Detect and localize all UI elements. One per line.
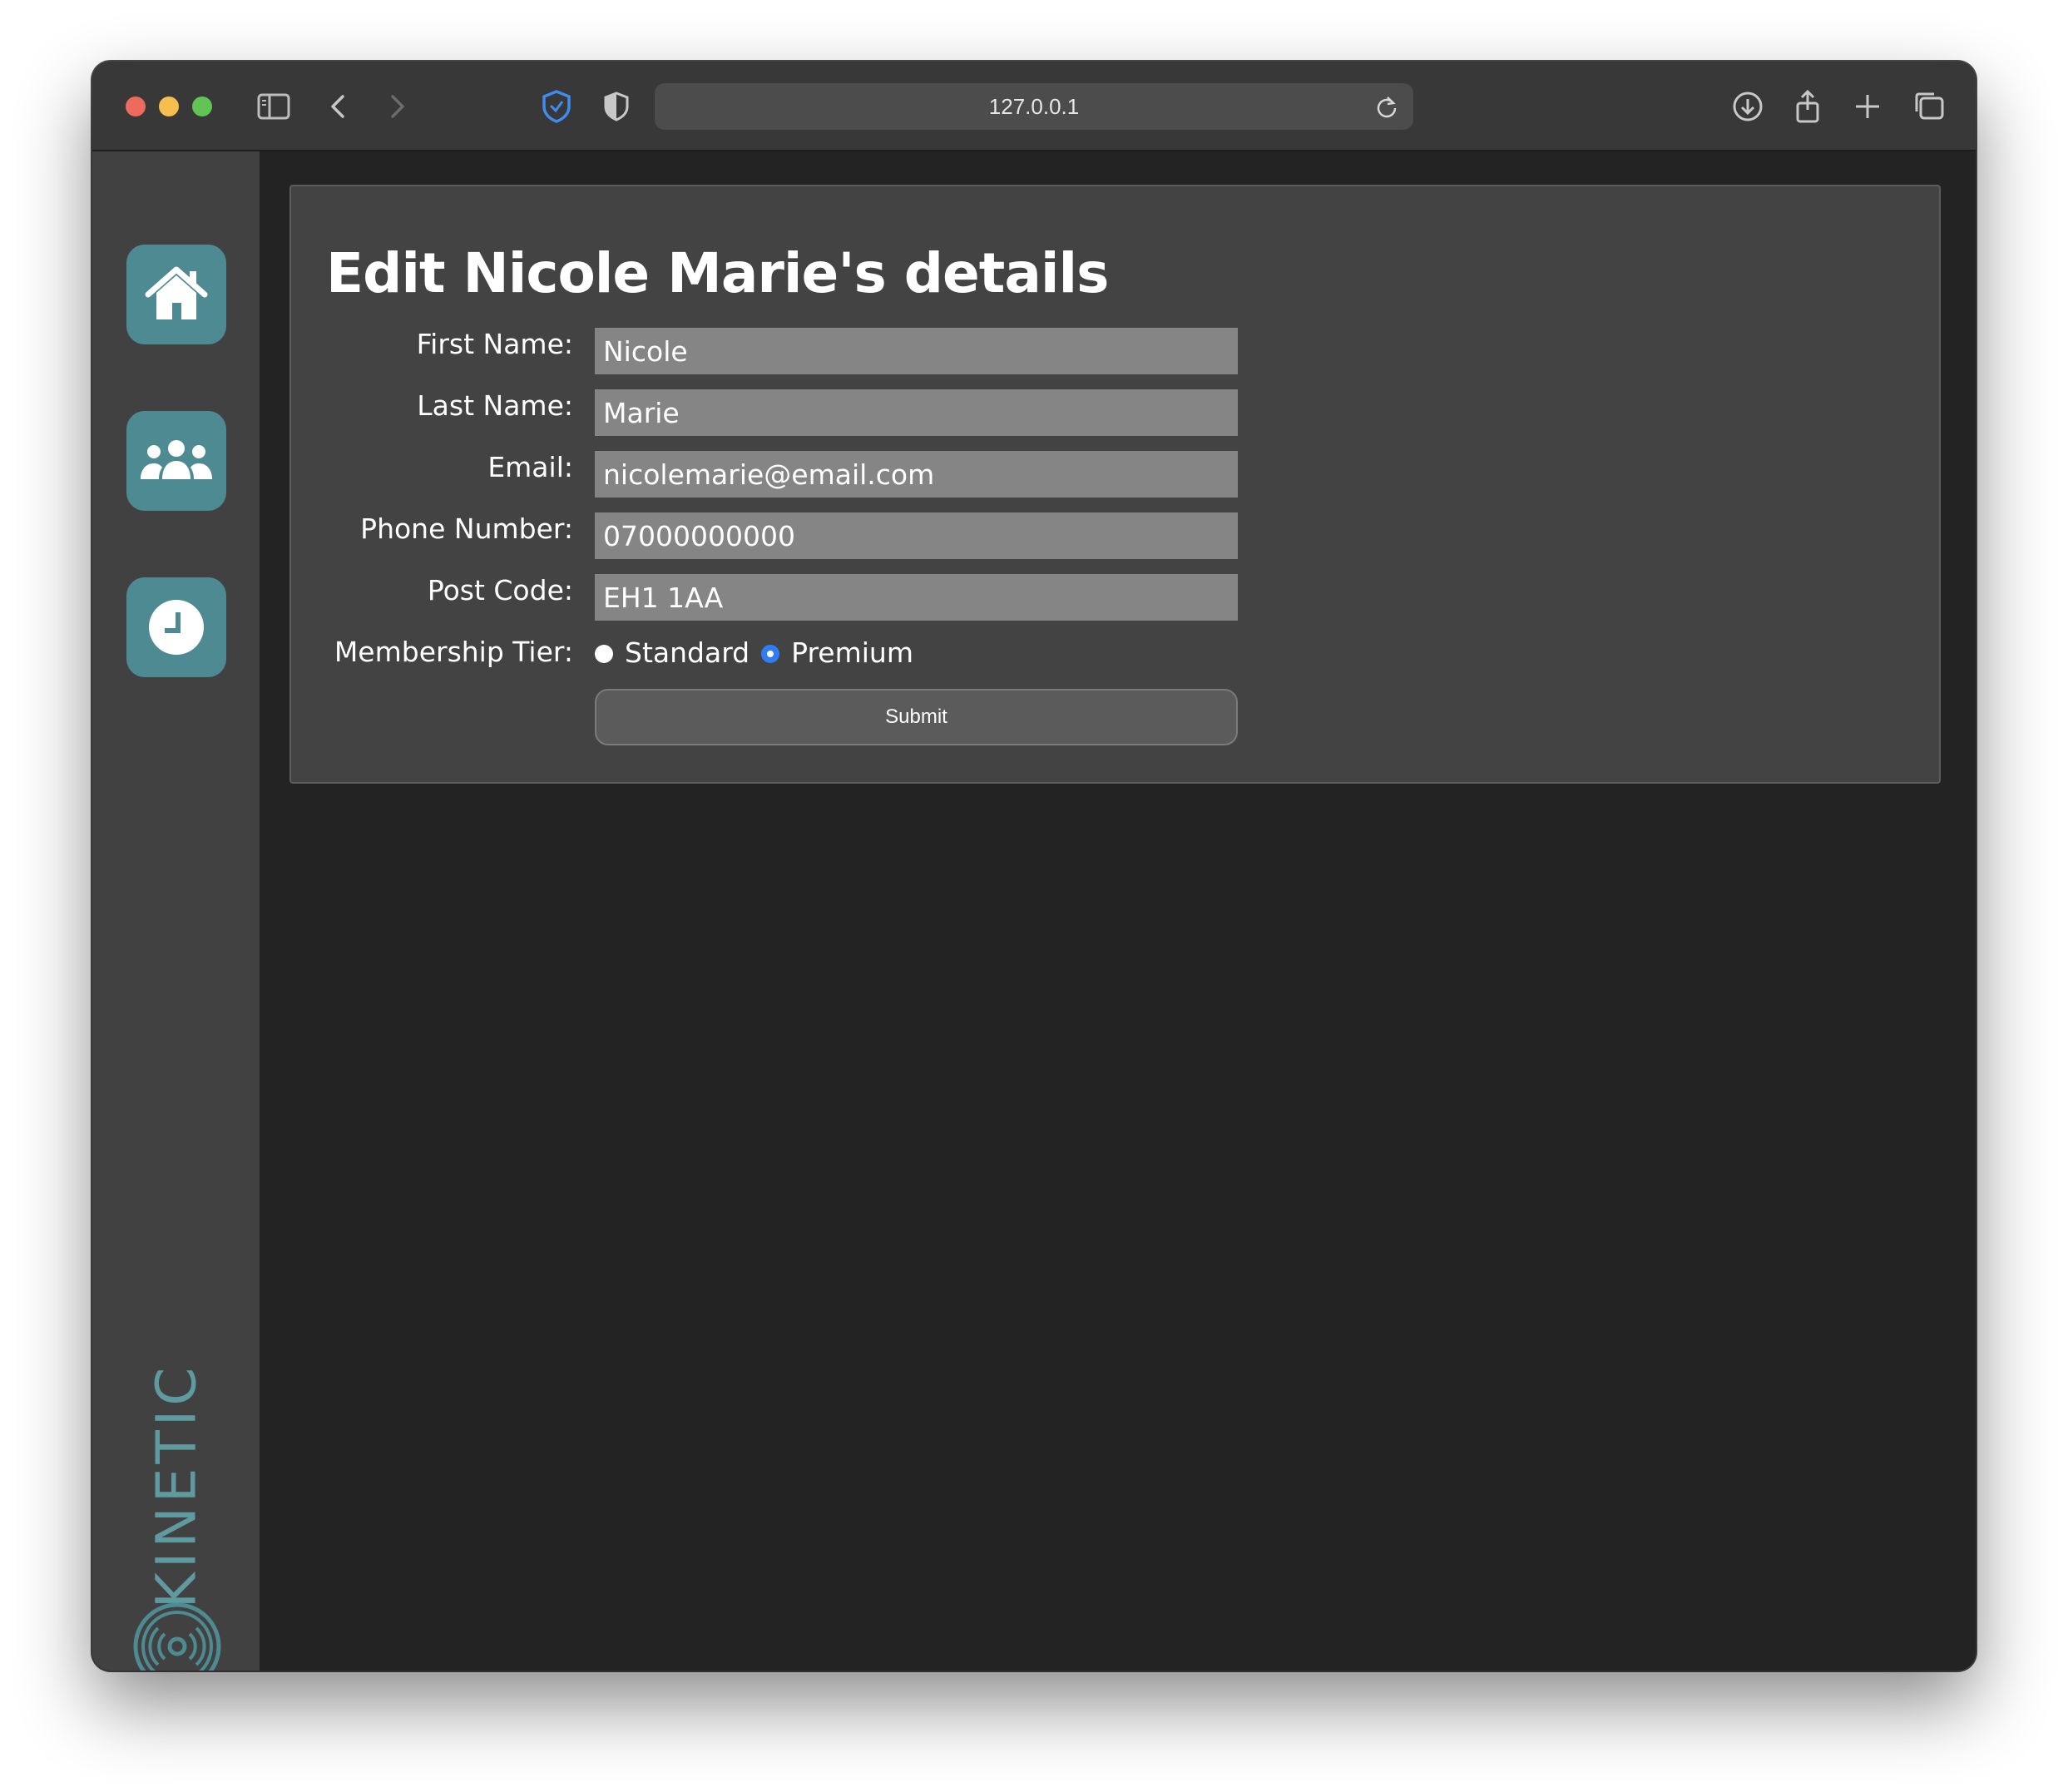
minimize-window-button[interactable] bbox=[159, 97, 179, 116]
phone-row: Phone Number: bbox=[291, 512, 1939, 559]
brand-wordmark: KINETIC bbox=[144, 1363, 209, 1609]
tier-premium-radio[interactable] bbox=[761, 645, 780, 663]
share-icon[interactable] bbox=[1788, 87, 1828, 126]
nav-home-button[interactable] bbox=[126, 245, 226, 344]
last-name-label: Last Name: bbox=[417, 389, 573, 422]
home-icon bbox=[145, 266, 208, 319]
users-icon bbox=[141, 440, 212, 479]
first-name-label: First Name: bbox=[416, 328, 573, 360]
last-name-input[interactable] bbox=[595, 389, 1238, 436]
first-name-input[interactable] bbox=[595, 328, 1238, 374]
email-input[interactable] bbox=[595, 451, 1238, 498]
url-text: 127.0.0.1 bbox=[988, 94, 1080, 119]
postcode-input[interactable] bbox=[595, 574, 1238, 621]
browser-toolbar: 127.0.0.1 bbox=[92, 62, 1976, 151]
email-label: Email: bbox=[487, 451, 573, 483]
sidebar-toggle-icon[interactable] bbox=[254, 87, 294, 126]
downloads-icon[interactable] bbox=[1728, 87, 1768, 126]
postcode-row: Post Code: bbox=[291, 574, 1939, 621]
tab-overview-icon[interactable] bbox=[1909, 87, 1949, 126]
nav-history-button[interactable] bbox=[126, 577, 226, 677]
sidebar: KINETIC bbox=[92, 151, 260, 1671]
page-title: Edit Nicole Marie's details bbox=[326, 241, 1109, 305]
address-bar[interactable]: 127.0.0.1 bbox=[655, 83, 1413, 130]
tier-premium-label[interactable]: Premium bbox=[791, 636, 913, 669]
kinetic-logo-icon bbox=[133, 1602, 221, 1671]
reload-icon[interactable] bbox=[1373, 93, 1400, 120]
edit-member-panel: Edit Nicole Marie's details First Name: … bbox=[289, 185, 1941, 784]
membership-tier-row: Membership Tier: Standard Premium bbox=[291, 636, 1939, 682]
close-window-button[interactable] bbox=[126, 97, 146, 116]
forward-icon[interactable] bbox=[377, 87, 417, 126]
first-name-row: First Name: bbox=[291, 328, 1939, 374]
privacy-shield-icon[interactable] bbox=[537, 87, 576, 126]
browser-window: 127.0.0.1 KINETIC Edit Nicole Marie's de… bbox=[92, 62, 1976, 1671]
nav-members-button[interactable] bbox=[126, 411, 226, 511]
submit-button[interactable]: Submit bbox=[595, 689, 1238, 745]
last-name-row: Last Name: bbox=[291, 389, 1939, 436]
tier-standard-label[interactable]: Standard bbox=[625, 636, 750, 669]
membership-tier-label: Membership Tier: bbox=[334, 636, 573, 668]
phone-label: Phone Number: bbox=[360, 512, 573, 545]
email-row: Email: bbox=[291, 451, 1939, 498]
zoom-window-button[interactable] bbox=[192, 97, 212, 116]
postcode-label: Post Code: bbox=[427, 574, 573, 606]
back-icon[interactable] bbox=[319, 87, 359, 126]
security-shield-icon[interactable] bbox=[596, 87, 636, 126]
phone-input[interactable] bbox=[595, 512, 1238, 559]
clock-icon bbox=[149, 600, 204, 655]
new-tab-icon[interactable] bbox=[1848, 87, 1887, 126]
tier-standard-radio[interactable] bbox=[595, 645, 613, 663]
membership-tier-radio-group: Standard Premium bbox=[595, 629, 913, 676]
